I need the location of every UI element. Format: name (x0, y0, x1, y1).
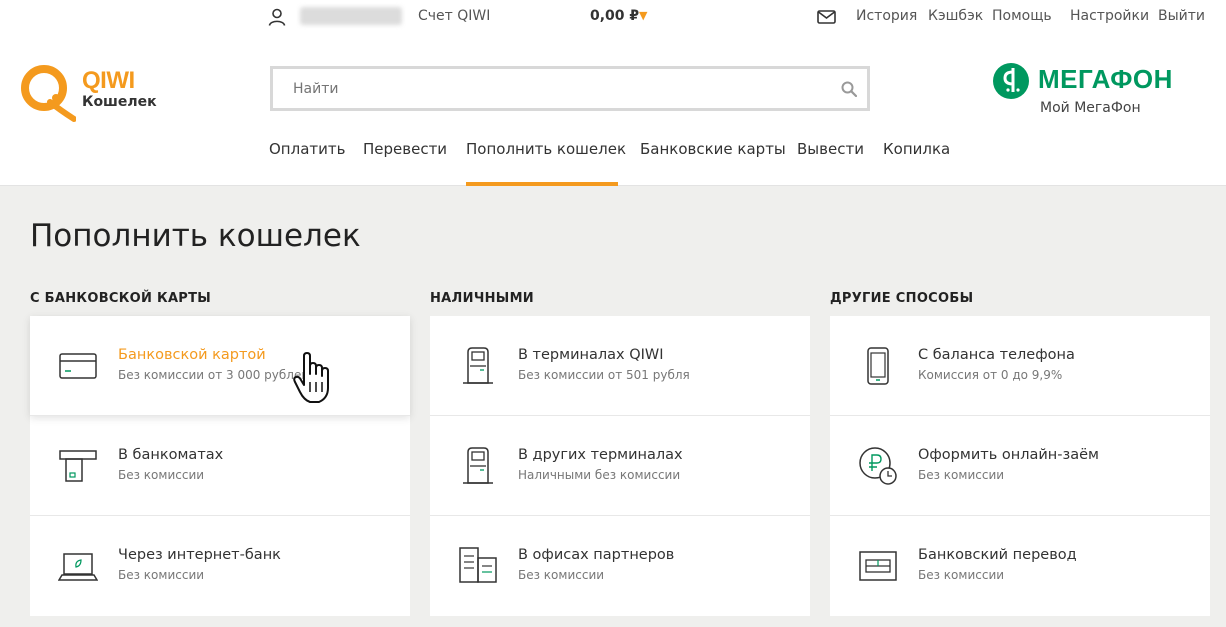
card-title: Через интернет-банк (118, 547, 281, 563)
card-title: Банковский перевод (918, 547, 1077, 563)
phone-icon (867, 347, 889, 385)
megafon-logo[interactable]: МЕГАФОН Мой МегаФон (992, 62, 1206, 122)
bank-card-icon (59, 353, 97, 379)
card-partner-offices[interactable]: В офисах партнеров Без комиссии (430, 516, 810, 616)
qiwi-logo-icon (21, 65, 76, 122)
nav-pay[interactable]: Оплатить (269, 140, 345, 158)
user-icon[interactable] (268, 8, 286, 26)
card-bank-card[interactable]: Банковской картой Без комиссии от 3 000 … (30, 316, 410, 416)
top-bar: Счет QIWI 0,00 ₽ ▼ История Кэшбэк Помощь… (0, 0, 1226, 34)
balance-dropdown-icon[interactable]: ▼ (639, 9, 647, 22)
main-nav: Оплатить Перевести Пополнить кошелек Бан… (0, 140, 1226, 186)
user-login-blurred[interactable] (300, 7, 402, 25)
megafon-subtitle: Мой МегаФон (1040, 100, 1141, 116)
nav-piggy-bank[interactable]: Копилка (883, 140, 950, 158)
card-title: В банкоматах (118, 447, 224, 463)
settings-link[interactable]: Настройки (1070, 8, 1149, 24)
column-title-bank-card: С БАНКОВСКОЙ КАРТЫ (30, 291, 212, 306)
card-online-loan[interactable]: Оформить онлайн-заём Без комиссии (830, 416, 1210, 516)
laptop-icon (58, 553, 98, 581)
column-bank-card: Банковской картой Без комиссии от 3 000 … (30, 316, 410, 616)
card-title: Оформить онлайн-заём (918, 447, 1099, 463)
card-subtitle: Без комиссии от 3 000 рублей (118, 368, 310, 382)
nav-bank-cards[interactable]: Банковские карты (640, 140, 786, 158)
logout-link[interactable]: Выйти (1158, 8, 1205, 24)
mail-icon[interactable] (817, 10, 836, 24)
qiwi-logo-text: QIWI (82, 67, 135, 94)
card-subtitle: Комиссия от 0 до 9,9% (918, 368, 1063, 382)
card-other-terminals[interactable]: В других терминалах Наличными без комисс… (430, 416, 810, 516)
history-link[interactable]: История (856, 8, 917, 24)
hand-cursor-icon (293, 352, 329, 403)
column-cash: В терминалах QIWI Без комиссии от 501 ру… (430, 316, 810, 616)
qiwi-logo[interactable]: QIWI Кошелек (20, 64, 160, 124)
card-title: В офисах партнеров (518, 547, 675, 563)
nav-transfer[interactable]: Перевести (363, 140, 447, 158)
card-phone-balance[interactable]: С баланса телефона Комиссия от 0 до 9,9% (830, 316, 1210, 416)
balance-value[interactable]: 0,00 ₽ (590, 8, 639, 24)
nav-withdraw[interactable]: Вывести (797, 140, 864, 158)
card-atm[interactable]: В банкоматах Без комиссии (30, 416, 410, 516)
column-title-cash: НАЛИЧНЫМИ (430, 291, 534, 306)
nav-active-indicator (466, 182, 618, 186)
card-title: Банковской картой (118, 347, 266, 363)
card-internet-bank[interactable]: Через интернет-банк Без комиссии (30, 516, 410, 616)
nav-top-up[interactable]: Пополнить кошелек (466, 140, 626, 158)
office-icon (459, 547, 497, 583)
search-icon[interactable] (841, 81, 857, 97)
card-title: В других терминалах (518, 447, 683, 463)
column-title-other: ДРУГИЕ СПОСОБЫ (830, 291, 974, 306)
cashback-link[interactable]: Кэшбэк (928, 8, 983, 24)
search-box (270, 66, 870, 111)
terminal-icon (463, 447, 493, 484)
card-subtitle: Без комиссии (518, 568, 605, 582)
bank-transfer-icon (859, 551, 897, 581)
help-link[interactable]: Помощь (992, 8, 1052, 24)
qiwi-logo-subtitle: Кошелек (82, 94, 157, 110)
megafon-logo-icon (993, 63, 1029, 99)
card-subtitle: Наличными без комиссии (518, 468, 681, 482)
card-subtitle: Без комиссии (918, 468, 1005, 482)
card-qiwi-terminals[interactable]: В терминалах QIWI Без комиссии от 501 ру… (430, 316, 810, 416)
account-label[interactable]: Счет QIWI (418, 8, 490, 24)
loan-clock-icon (859, 447, 897, 485)
column-other: С баланса телефона Комиссия от 0 до 9,9%… (830, 316, 1210, 616)
search-input[interactable] (273, 69, 833, 108)
card-title: С баланса телефона (918, 347, 1075, 363)
card-title: В терминалах QIWI (518, 347, 664, 363)
card-subtitle: Без комиссии (118, 468, 205, 482)
header: Счет QIWI 0,00 ₽ ▼ История Кэшбэк Помощь… (0, 0, 1226, 186)
card-subtitle: Без комиссии (918, 568, 1005, 582)
terminal-icon (463, 347, 493, 384)
atm-icon (59, 450, 97, 482)
card-subtitle: Без комиссии от 501 рубля (518, 368, 690, 382)
card-bank-transfer[interactable]: Банковский перевод Без комиссии (830, 516, 1210, 616)
page-title: Пополнить кошелек (30, 218, 361, 254)
megafon-logo-text: МЕГАФОН (1038, 64, 1173, 94)
card-subtitle: Без комиссии (118, 568, 205, 582)
